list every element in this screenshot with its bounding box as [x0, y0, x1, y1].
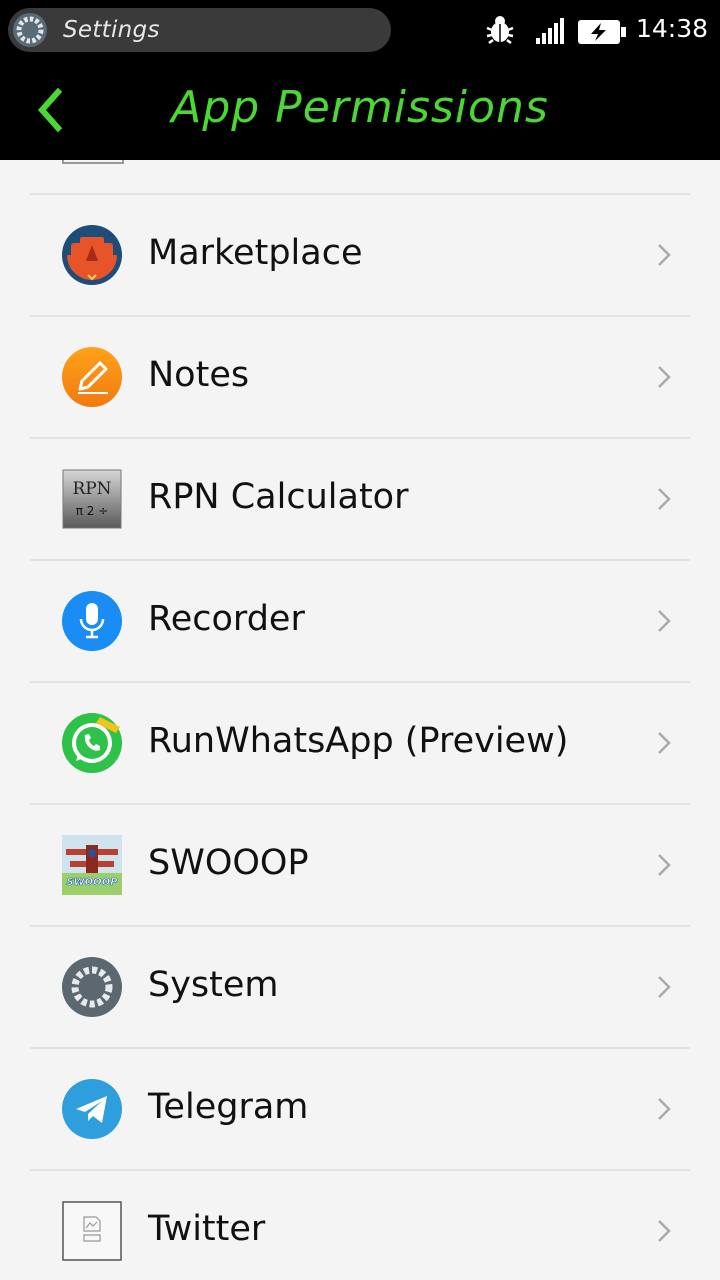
svg-text:π 2 ÷: π 2 ÷	[76, 504, 109, 518]
chevron-right-icon	[658, 854, 671, 876]
list-item-recorder[interactable]: Recorder	[30, 561, 690, 681]
list-item-twitter[interactable]: Twitter	[30, 1171, 690, 1280]
chevron-right-icon	[658, 366, 671, 388]
settings-gear-icon	[13, 13, 47, 47]
list-item-system[interactable]: System	[30, 927, 690, 1047]
list-item-telegram[interactable]: Telegram	[30, 1049, 690, 1169]
list-item-swooop[interactable]: SWOOOP SWOOOP	[30, 805, 690, 925]
marketplace-icon	[62, 225, 122, 285]
chevron-right-icon	[658, 1098, 671, 1120]
notification-pill[interactable]: Settings	[8, 8, 391, 52]
telegram-icon	[62, 1079, 122, 1139]
app-label: Notes	[148, 355, 250, 395]
app-label: RPN Calculator	[148, 477, 409, 517]
battery-charging-icon	[578, 20, 626, 44]
chevron-right-icon	[658, 610, 671, 632]
system-gear-icon	[62, 957, 122, 1017]
chevron-right-icon	[658, 1220, 671, 1242]
notes-icon	[62, 347, 122, 407]
app-label: SWOOOP	[148, 843, 309, 883]
status-bar: Settings 14:38	[0, 0, 720, 60]
list-item-runwhatsapp[interactable]: RunWhatsApp (Preview)	[30, 683, 690, 803]
whatsapp-icon	[62, 713, 122, 773]
svg-text:SWOOOP: SWOOOP	[66, 877, 118, 888]
chevron-right-icon	[658, 732, 671, 754]
list-item-notes[interactable]: Notes	[30, 317, 690, 437]
chevron-right-icon	[658, 244, 671, 266]
rpn-calculator-icon: RPN π 2 ÷	[62, 469, 122, 529]
partial-app-icon	[62, 160, 124, 164]
app-label: Twitter	[148, 1209, 266, 1249]
app-label: System	[148, 965, 279, 1005]
signal-strength-icon	[536, 18, 564, 44]
recorder-icon	[62, 591, 122, 651]
svg-text:RPN: RPN	[72, 479, 111, 499]
bug-icon	[486, 16, 514, 44]
list-item-rpn-calculator[interactable]: RPN π 2 ÷ RPN Calculator	[30, 439, 690, 559]
page-title: App Permissions	[171, 82, 549, 133]
notification-text: Settings	[63, 17, 160, 43]
list-item-marketplace[interactable]: Marketplace	[30, 195, 690, 315]
clock: 14:38	[635, 14, 708, 43]
broken-image-icon	[62, 1201, 122, 1261]
chevron-right-icon	[658, 488, 671, 510]
app-label: Telegram	[148, 1087, 309, 1127]
app-permissions-list[interactable]: Marketplace Notes RPN π 2 ÷ RPN Calculat…	[0, 160, 720, 1280]
chevron-right-icon	[658, 976, 671, 998]
app-label: Recorder	[148, 599, 305, 639]
app-label: Marketplace	[148, 233, 363, 273]
swooop-icon: SWOOOP	[62, 835, 122, 895]
header: App Permissions	[0, 60, 720, 160]
app-label: RunWhatsApp (Preview)	[148, 721, 569, 761]
